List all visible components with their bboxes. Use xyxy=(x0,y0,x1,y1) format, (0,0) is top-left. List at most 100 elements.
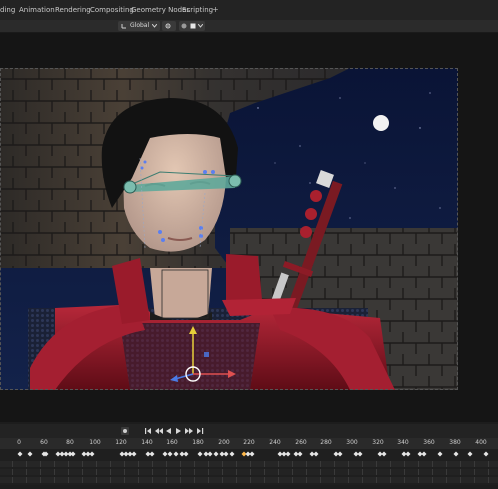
keyframe xyxy=(17,451,23,457)
channel-marker xyxy=(166,461,167,467)
channel-marker xyxy=(264,477,265,483)
channel-marker xyxy=(306,461,307,467)
transform-orientation-dropdown[interactable]: Global xyxy=(118,21,160,31)
channel-marker xyxy=(152,469,153,475)
pivot-point-button[interactable] xyxy=(162,21,176,31)
keyframe xyxy=(89,451,95,457)
channel-marker xyxy=(418,461,419,467)
channel-marker xyxy=(250,477,251,483)
frame-tick: 140 xyxy=(141,439,153,446)
camera-view[interactable] xyxy=(0,68,458,390)
frame-tick: 260 xyxy=(295,439,307,446)
channel-marker xyxy=(82,469,83,475)
channel-marker xyxy=(110,477,111,483)
prev-keyframe-icon[interactable] xyxy=(155,428,163,434)
channel-marker xyxy=(264,469,265,475)
channel-marker xyxy=(12,461,13,467)
keyframe xyxy=(213,451,219,457)
tab-animation[interactable]: Animation xyxy=(19,6,55,15)
channel-marker xyxy=(376,461,377,467)
channel-marker xyxy=(180,469,181,475)
timeline-keyframe-area[interactable] xyxy=(0,449,498,485)
timeline-ruler[interactable]: 0 60 80 100 120 140 160 180 200 220 240 … xyxy=(0,438,498,449)
frame-tick: 340 xyxy=(397,439,409,446)
keyframe xyxy=(229,451,235,457)
channel-marker xyxy=(362,477,363,483)
frame-tick: 300 xyxy=(346,439,358,446)
frame-tick: 120 xyxy=(115,439,127,446)
channel-marker xyxy=(446,469,447,475)
add-workspace-button[interactable]: + xyxy=(212,5,219,14)
channel-marker xyxy=(12,469,13,475)
channel-marker xyxy=(54,461,55,467)
channel-marker xyxy=(376,469,377,475)
channel-marker xyxy=(40,477,41,483)
jump-start-icon[interactable] xyxy=(145,428,151,434)
timeline-header xyxy=(0,424,498,438)
channel-marker xyxy=(96,469,97,475)
frame-tick: 240 xyxy=(269,439,281,446)
channel-marker xyxy=(166,477,167,483)
frame-tick: 100 xyxy=(89,439,101,446)
channel-marker xyxy=(390,477,391,483)
frame-tick: 400 xyxy=(475,439,487,446)
keyframe xyxy=(207,451,213,457)
keyframe xyxy=(437,451,443,457)
keyframe xyxy=(337,451,343,457)
channel-marker xyxy=(404,469,405,475)
channel-marker xyxy=(82,477,83,483)
channel-marker xyxy=(250,461,251,467)
frame-tick: 280 xyxy=(320,439,332,446)
keyframe xyxy=(70,451,76,457)
chevron-down-icon xyxy=(198,24,203,28)
channel-marker xyxy=(348,469,349,475)
channel-marker xyxy=(404,461,405,467)
play-reverse-icon[interactable] xyxy=(166,428,171,434)
channel-marker xyxy=(446,461,447,467)
jump-end-icon[interactable] xyxy=(197,428,204,434)
channel-marker xyxy=(236,461,237,467)
tab-rendering[interactable]: Rendering xyxy=(55,6,91,15)
channel-marker xyxy=(110,469,111,475)
keyframe xyxy=(162,451,168,457)
channel-marker xyxy=(138,477,139,483)
tab-layout[interactable]: ding xyxy=(0,6,15,15)
channel-marker xyxy=(390,461,391,467)
channel-marker xyxy=(250,469,251,475)
snap-toggle[interactable] xyxy=(179,21,205,31)
channel-marker xyxy=(488,469,489,475)
channel-marker xyxy=(138,469,139,475)
channel-marker xyxy=(460,477,461,483)
tab-compositing[interactable]: Compositing xyxy=(90,6,134,15)
channel-marker xyxy=(68,469,69,475)
channel-marker xyxy=(306,469,307,475)
channel-marker xyxy=(348,477,349,483)
channel-marker xyxy=(446,477,447,483)
channel-marker xyxy=(264,461,265,467)
rendered-scene xyxy=(0,68,458,390)
channel-marker xyxy=(236,469,237,475)
keyframe xyxy=(197,451,203,457)
channel-marker xyxy=(194,477,195,483)
channel-marker xyxy=(68,477,69,483)
channel-marker xyxy=(460,461,461,467)
next-keyframe-icon[interactable] xyxy=(185,428,193,434)
frame-tick: 160 xyxy=(166,439,178,446)
channel-marker xyxy=(292,477,293,483)
record-icon[interactable] xyxy=(121,427,129,435)
channel-marker xyxy=(124,461,125,467)
playback-buttons xyxy=(145,428,204,434)
channel-marker xyxy=(348,461,349,467)
channel-marker xyxy=(334,469,335,475)
channel-marker xyxy=(68,461,69,467)
channel-marker xyxy=(194,461,195,467)
channel-marker xyxy=(222,469,223,475)
channel-row xyxy=(0,469,498,475)
play-icon[interactable] xyxy=(176,428,181,434)
channel-marker xyxy=(320,461,321,467)
keyframe xyxy=(297,451,303,457)
keyframe-track[interactable] xyxy=(0,449,498,485)
keyframe xyxy=(183,451,189,457)
channel-marker xyxy=(474,477,475,483)
tab-scripting[interactable]: Scripting xyxy=(182,6,213,15)
